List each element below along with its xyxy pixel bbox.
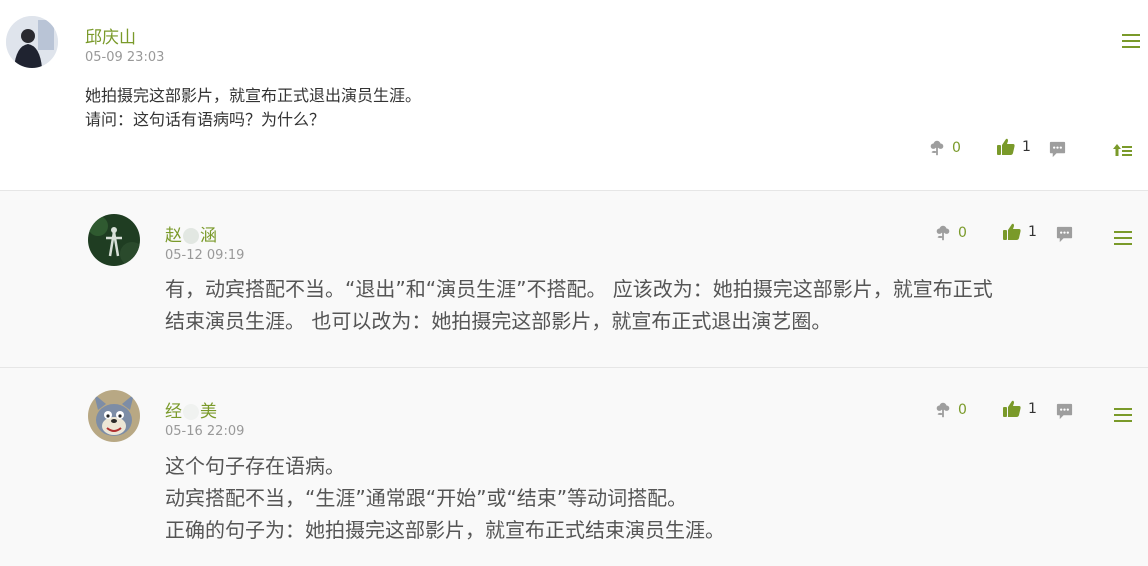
flower-icon	[934, 401, 952, 419]
flower-button[interactable]: 0	[928, 139, 961, 157]
redacted-mark	[183, 404, 199, 420]
thumbs-up-icon	[996, 137, 1016, 157]
post-time: 05-09 23:03	[85, 50, 165, 65]
comment-icon	[1055, 225, 1074, 244]
like-count: 1	[1028, 224, 1037, 240]
reply-line: 这个句子存在语病。	[165, 454, 345, 478]
menu-icon[interactable]	[1122, 34, 1140, 48]
menu-icon[interactable]	[1114, 408, 1132, 422]
avatar[interactable]	[6, 16, 58, 68]
author-name[interactable]: 邱庆山	[85, 23, 136, 48]
flower-count: 0	[958, 225, 967, 241]
reply-item: 赵涵 05-12 09:19 0 1 有，动宾搭配不当。“退出”和“演员生涯”不…	[0, 191, 1148, 368]
comment-button[interactable]	[1048, 140, 1067, 159]
like-button[interactable]: 1	[1002, 399, 1037, 419]
question-post: 邱庆山 05-09 23:03 她拍摄完这部影片，就宣布正式退出演员生涯。 请问…	[0, 0, 1148, 191]
menu-icon[interactable]	[1114, 231, 1132, 245]
thumbs-up-icon	[1002, 399, 1022, 419]
like-button[interactable]: 1	[1002, 222, 1037, 242]
reply-time: 05-16 22:09	[165, 424, 245, 439]
reply-line: 有，动宾搭配不当。“退出”和“演员生涯”不搭配。 应该改为：她拍摄完这部影片，就…	[165, 277, 993, 301]
thumbs-up-icon	[1002, 222, 1022, 242]
post-line: 她拍摄完这部影片，就宣布正式退出演员生涯。	[85, 86, 422, 105]
reply-time: 05-12 09:19	[165, 248, 245, 263]
author-name[interactable]: 经美	[165, 397, 217, 422]
reply-line: 正确的句子为：她拍摄完这部影片，就宣布正式结束演员生涯。	[165, 518, 725, 542]
comment-icon	[1055, 402, 1074, 421]
flower-button[interactable]: 0	[934, 224, 967, 242]
post-content: 她拍摄完这部影片，就宣布正式退出演员生涯。 请问：这句话有语病吗？为什么？	[85, 84, 421, 132]
reply-item: 经美 05-16 22:09 0 1 这个句子存在语病。 动宾搭配不当，“生涯”…	[0, 368, 1148, 566]
like-button[interactable]: 1	[996, 137, 1031, 157]
avatar[interactable]	[88, 214, 140, 266]
comment-button[interactable]	[1055, 225, 1074, 244]
flower-icon	[934, 224, 952, 242]
back-to-top-button[interactable]	[1113, 142, 1133, 158]
flower-count: 0	[958, 402, 967, 418]
comment-icon	[1048, 140, 1067, 159]
comment-button[interactable]	[1055, 402, 1074, 421]
post-line: 请问：这句话有语病吗？为什么？	[85, 110, 326, 129]
avatar[interactable]	[88, 390, 140, 442]
author-name[interactable]: 赵涵	[165, 221, 217, 246]
reply-content: 这个句子存在语病。 动宾搭配不当，“生涯”通常跟“开始”或“结束”等动词搭配。 …	[165, 450, 725, 546]
reply-line: 结束演员生涯。 也可以改为：她拍摄完这部影片，就宣布正式退出演艺圈。	[165, 309, 832, 333]
like-count: 1	[1022, 139, 1031, 155]
like-count: 1	[1028, 401, 1037, 417]
flower-icon	[928, 139, 946, 157]
flower-button[interactable]: 0	[934, 401, 967, 419]
reply-content: 有，动宾搭配不当。“退出”和“演员生涯”不搭配。 应该改为：她拍摄完这部影片，就…	[165, 273, 993, 337]
flower-count: 0	[952, 140, 961, 156]
reply-line: 动宾搭配不当，“生涯”通常跟“开始”或“结束”等动词搭配。	[165, 486, 688, 510]
back-to-top-icon	[1113, 144, 1132, 156]
redacted-mark	[183, 228, 199, 244]
